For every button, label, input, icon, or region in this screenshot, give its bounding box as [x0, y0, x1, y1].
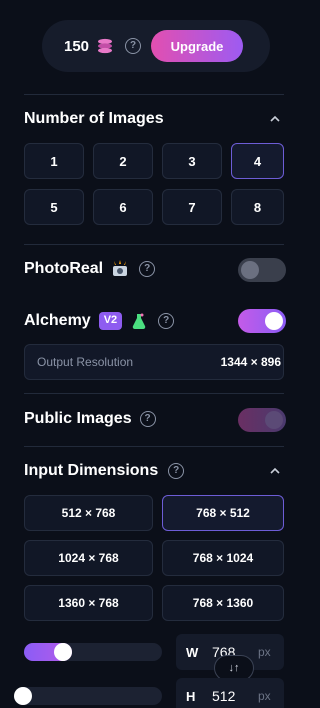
height-unit: px [258, 689, 271, 703]
photoreal-help-icon[interactable]: ? [139, 261, 156, 277]
chevron-up-icon[interactable] [270, 466, 280, 476]
image-count-3[interactable]: 3 [162, 143, 222, 179]
height-field[interactable]: H 512 px [176, 678, 284, 708]
dimension-768x512[interactable]: 768 × 512 [162, 495, 284, 531]
number-of-images-label: Number of Images [24, 110, 164, 127]
output-resolution-value: 1344 × 896 [220, 355, 281, 369]
number-of-images-title: Number of Images [24, 110, 284, 128]
dimension-1360x768[interactable]: 1360 × 768 [24, 585, 153, 621]
image-count-1[interactable]: 1 [24, 143, 84, 179]
divider [24, 446, 284, 447]
input-dimensions-help-icon[interactable]: ? [168, 463, 185, 479]
image-count-4[interactable]: 4 [231, 143, 284, 179]
width-unit: px [258, 645, 271, 659]
dimension-768x1024[interactable]: 768 × 1024 [162, 540, 284, 576]
input-dimensions-label: Input Dimensions [24, 462, 159, 479]
toggle-knob [265, 312, 283, 330]
alchemy-row: Alchemy V2 ? [24, 312, 175, 330]
divider [24, 393, 284, 394]
public-images-row: Public Images ? [24, 410, 156, 428]
alchemy-toggle[interactable] [238, 309, 286, 333]
potion-flask-icon [132, 313, 146, 330]
token-count: 150 [64, 37, 90, 55]
upgrade-button[interactable]: Upgrade [151, 30, 244, 62]
image-count-5[interactable]: 5 [24, 189, 84, 225]
public-images-help-icon[interactable]: ? [139, 411, 156, 427]
toggle-knob [241, 261, 259, 279]
output-resolution-label: Output Resolution [37, 355, 134, 369]
divider [24, 244, 284, 245]
width-slider-knob[interactable] [54, 643, 72, 661]
divider [24, 94, 284, 95]
dimension-1024x768[interactable]: 1024 × 768 [24, 540, 153, 576]
output-resolution-field: Output Resolution 1344 × 896 [24, 344, 284, 380]
height-letter: H [186, 688, 196, 704]
token-balance-pill: 150 ? Upgrade [42, 20, 270, 72]
width-slider[interactable] [24, 643, 162, 661]
image-count-2[interactable]: 2 [93, 143, 153, 179]
chevron-up-icon[interactable] [270, 114, 280, 124]
public-images-label: Public Images [24, 410, 132, 427]
input-dimensions-title: Input Dimensions ? [24, 462, 284, 480]
camera-flash-icon [113, 260, 128, 276]
height-slider[interactable] [14, 687, 162, 705]
alchemy-version-badge: V2 [98, 312, 123, 330]
dimension-512x768[interactable]: 512 × 768 [24, 495, 153, 531]
toggle-knob [265, 411, 283, 429]
image-count-7[interactable]: 7 [162, 189, 222, 225]
coin-stack-icon [98, 38, 113, 54]
image-count-6[interactable]: 6 [93, 189, 153, 225]
public-images-toggle[interactable] [238, 408, 286, 432]
dimension-768x1360[interactable]: 768 × 1360 [162, 585, 284, 621]
photoreal-row: PhotoReal ? [24, 260, 156, 278]
alchemy-help-icon[interactable]: ? [158, 313, 175, 329]
height-slider-knob[interactable] [14, 687, 32, 705]
width-letter: W [186, 644, 199, 660]
image-count-8[interactable]: 8 [231, 189, 284, 225]
photoreal-toggle[interactable] [238, 258, 286, 282]
photoreal-label: PhotoReal [24, 260, 104, 277]
alchemy-label: Alchemy [24, 312, 91, 329]
height-value[interactable]: 512 [212, 688, 258, 704]
tokens-help-icon[interactable]: ? [125, 38, 142, 54]
